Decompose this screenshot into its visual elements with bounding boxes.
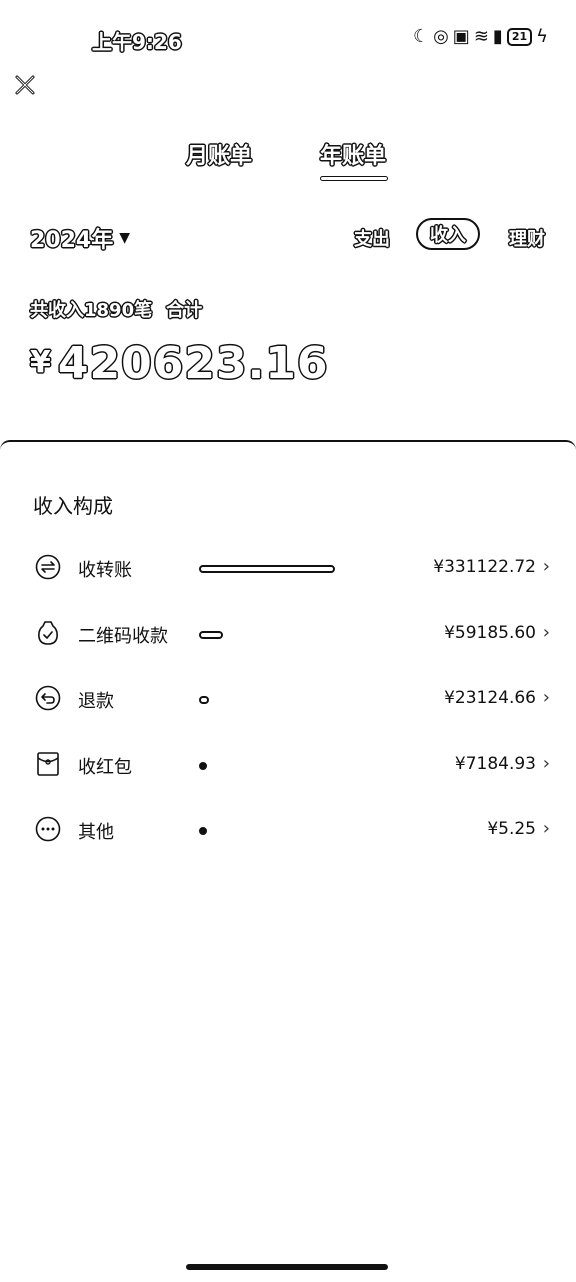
tab-monthly-bill[interactable]: 月账单 — [186, 138, 252, 170]
close-icon[interactable] — [14, 74, 36, 102]
segment-expense[interactable]: 支出 — [354, 225, 390, 251]
hd-icon: ▣ — [452, 26, 470, 47]
tab-yearly-bill[interactable]: 年账单 — [320, 138, 386, 170]
bill-tabs: 月账单 年账单 — [0, 138, 576, 188]
composition-list: 收转账 ¥331122.72 › 二维码收款 ¥59185.60 › 退款 ¥2… — [0, 536, 576, 864]
item-label: 其他 — [78, 822, 114, 843]
list-item-other[interactable]: 其他 ¥5.25 › — [0, 798, 576, 864]
list-item-red-packet[interactable]: 收红包 ¥7184.93 › — [0, 733, 576, 799]
total-value: 420623.16 — [57, 338, 329, 389]
alarm-icon: ◎ — [433, 26, 449, 47]
list-item-transfer[interactable]: 收转账 ¥331122.72 › — [0, 536, 576, 602]
status-icons: ☾ ◎ ▣ ≋ ▮ 21 ϟ — [413, 26, 548, 47]
segment-finance[interactable]: 理财 — [509, 225, 545, 251]
signal-icon: ▮ — [492, 26, 503, 47]
income-composition-sheet: 收入构成 收转账 ¥331122.72 › 二维码收款 ¥59185.60 › … — [0, 440, 576, 1282]
qr-payment-icon — [35, 620, 61, 646]
item-label: 收红包 — [78, 756, 132, 778]
charging-icon: ϟ — [536, 26, 548, 47]
income-count: 共收入1890笔 — [30, 300, 153, 321]
list-item-qr-payment[interactable]: 二维码收款 ¥59185.60 › — [0, 602, 576, 668]
item-label: 退款 — [78, 691, 114, 712]
total-label: 合计 — [166, 300, 203, 321]
share-bar — [199, 696, 335, 704]
status-bar: 上午9:26 ☾ ◎ ▣ ≋ ▮ 21 ϟ — [0, 0, 576, 80]
share-bar-fill — [199, 565, 335, 573]
item-amount: ¥23124.66 — [444, 688, 536, 708]
summary-line: 共收入1890笔 合计 — [30, 296, 202, 322]
refund-icon — [35, 685, 61, 711]
list-item-refund[interactable]: 退款 ¥23124.66 › — [0, 667, 576, 733]
total-amount: ¥420623.16 — [30, 338, 329, 389]
status-time: 上午9:26 — [92, 30, 182, 54]
more-icon — [35, 816, 61, 842]
share-bar-fill — [199, 827, 207, 835]
item-amount: ¥59185.60 — [444, 622, 536, 643]
chevron-right-icon: › — [542, 752, 550, 774]
item-label: 二维码收款 — [78, 625, 168, 647]
transfer-icon — [35, 554, 61, 580]
item-amount: ¥7184.93 — [454, 753, 536, 774]
chevron-right-icon: › — [542, 818, 550, 839]
chevron-right-icon: › — [542, 687, 550, 708]
moon-icon: ☾ — [412, 26, 430, 47]
battery-icon: 21 — [506, 27, 533, 46]
share-bar — [199, 630, 335, 639]
tab-active-indicator — [320, 176, 388, 181]
segment-income[interactable]: 收入 — [416, 218, 480, 250]
wifi-icon: ≋ — [473, 26, 489, 47]
share-bar — [199, 761, 335, 770]
home-indicator[interactable] — [186, 1264, 388, 1270]
item-amount: ¥5.25 — [487, 819, 536, 839]
section-title: 收入构成 — [33, 494, 113, 518]
currency-symbol: ¥ — [30, 345, 52, 380]
year-dropdown[interactable]: 2024年 ▼ — [30, 222, 130, 254]
share-bar — [199, 827, 335, 835]
share-bar-fill — [199, 696, 209, 704]
item-label: 收转账 — [78, 560, 132, 581]
share-bar-fill — [199, 761, 207, 770]
share-bar — [199, 565, 335, 573]
red-packet-icon — [35, 751, 61, 777]
filter-row: 2024年 ▼ 支出 收入 理财 — [0, 218, 576, 258]
year-label: 2024年 — [30, 228, 114, 253]
chevron-down-icon: ▼ — [119, 230, 131, 246]
item-amount: ¥331122.72 — [433, 557, 536, 577]
segment-income-label: 收入 — [430, 225, 466, 246]
share-bar-fill — [199, 630, 223, 639]
chevron-right-icon: › — [542, 556, 550, 577]
chevron-right-icon: › — [542, 621, 550, 643]
